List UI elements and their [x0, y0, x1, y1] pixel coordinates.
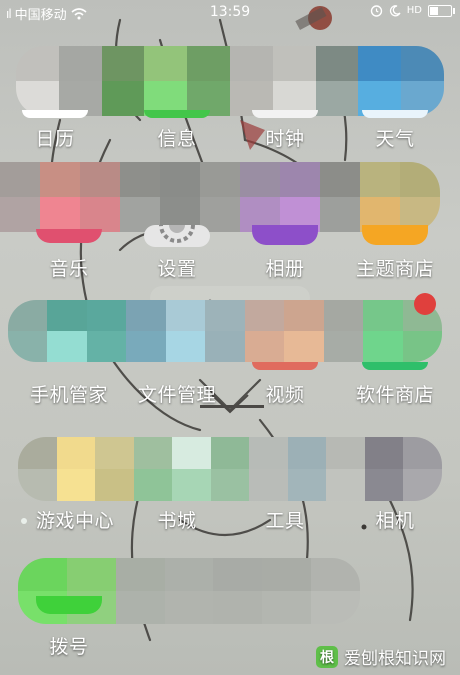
new-install-dot [21, 518, 27, 524]
app-bookstore[interactable]: 书城 [122, 465, 232, 535]
weather-icon [362, 110, 428, 118]
app-messages[interactable]: 信息 [122, 80, 232, 160]
music-icon [36, 229, 102, 243]
app-tools[interactable]: 工具 [230, 465, 340, 535]
hd-label: HD [406, 5, 422, 16]
app-label: 相机 [375, 510, 415, 532]
app-file-manager[interactable]: 文件管理 [122, 340, 232, 410]
app-dialer[interactable]: 拨号 [14, 590, 124, 660]
calendar-icon [22, 110, 88, 118]
battery-icon [428, 4, 455, 17]
app-clock[interactable]: 时钟 [230, 80, 340, 160]
watermark: 根 爱刨根知识网 [316, 644, 446, 669]
app-label: 信息 [157, 128, 197, 150]
hd-call-icon: HD [407, 5, 422, 16]
app-label: 工具 [265, 510, 305, 532]
app-label: 拨号 [49, 636, 89, 658]
settings-gear-icon [144, 225, 210, 247]
watermark-text: 爱刨根知识网 [344, 649, 446, 669]
app-label: 日历 [35, 128, 75, 150]
app-label: 软件商店 [355, 384, 434, 406]
video-icon [252, 362, 318, 370]
dialer-phone-icon [36, 596, 102, 614]
notification-badge [414, 293, 436, 315]
app-music[interactable]: 音乐 [14, 215, 124, 285]
app-theme-store[interactable]: 主题商店 [340, 215, 450, 285]
app-label: 音乐 [49, 258, 89, 280]
app-label: 相册 [265, 258, 305, 280]
app-label: 设置 [157, 258, 197, 280]
app-video[interactable]: 视频 [230, 340, 340, 410]
app-label: 主题商店 [355, 258, 434, 280]
app-game-center[interactable]: 游戏中心 [20, 465, 130, 535]
app-label: 天气 [375, 128, 415, 150]
app-label: 视频 [265, 384, 305, 406]
app-label: 书城 [157, 510, 197, 532]
app-gallery[interactable]: 相册 [230, 215, 340, 285]
watermark-logo-icon: 根 [316, 645, 338, 668]
theme-store-icon [362, 225, 428, 245]
alarm-icon [370, 5, 382, 17]
status-right: HD [370, 4, 455, 17]
moon-icon [389, 4, 401, 16]
app-weather[interactable]: 天气 [340, 80, 450, 160]
app-settings[interactable]: 设置 [122, 215, 232, 285]
clock-icon [252, 110, 318, 118]
app-store-icon [362, 362, 428, 370]
status-bar: ıl 中国移动 13:59 HD [0, 0, 460, 26]
app-label: 时钟 [265, 128, 305, 150]
app-calendar[interactable]: 日历 [0, 80, 110, 160]
app-label: 文件管理 [137, 384, 216, 406]
app-app-store[interactable]: 软件商店 [340, 340, 450, 410]
messages-icon [144, 110, 210, 118]
app-label: 游戏中心 [35, 510, 114, 532]
gallery-flower-icon [252, 225, 318, 245]
app-camera[interactable]: 相机 [340, 465, 450, 535]
app-phone-manager[interactable]: 手机管家 [14, 340, 124, 410]
app-label: 手机管家 [29, 384, 108, 406]
